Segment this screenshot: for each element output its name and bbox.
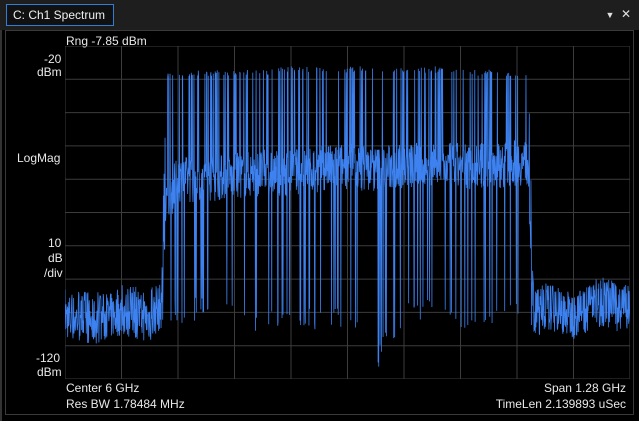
resolution-bandwidth-label[interactable]: Res BW 1.78484 MHz <box>66 397 185 411</box>
time-length-label[interactable]: TimeLen 2.139893 uSec <box>496 397 626 411</box>
top-reference-unit: dBm <box>37 65 62 79</box>
bottom-reference-unit: dBm <box>37 365 62 379</box>
scale-per-division: /div <box>44 266 63 280</box>
scale-value: 10 <box>48 236 62 250</box>
tab-bar: C: Ch1 Spectrum ▼ ✕ <box>0 0 639 30</box>
bottom-reference-value: -120 <box>36 351 61 365</box>
center-frequency-label[interactable]: Center 6 GHz <box>66 381 139 395</box>
scale-unit: dB <box>48 251 63 265</box>
tab-ch1-spectrum[interactable]: C: Ch1 Spectrum <box>6 4 114 26</box>
dropdown-arrow-icon[interactable]: ▼ <box>604 8 616 22</box>
span-label[interactable]: Span 1.28 GHz <box>544 381 626 395</box>
top-reference-value: -20 <box>44 52 62 66</box>
close-icon[interactable]: ✕ <box>620 7 632 21</box>
format-label[interactable]: LogMag <box>17 151 60 165</box>
left-edge-divider <box>0 30 2 421</box>
spectrum-plot[interactable] <box>65 46 630 379</box>
